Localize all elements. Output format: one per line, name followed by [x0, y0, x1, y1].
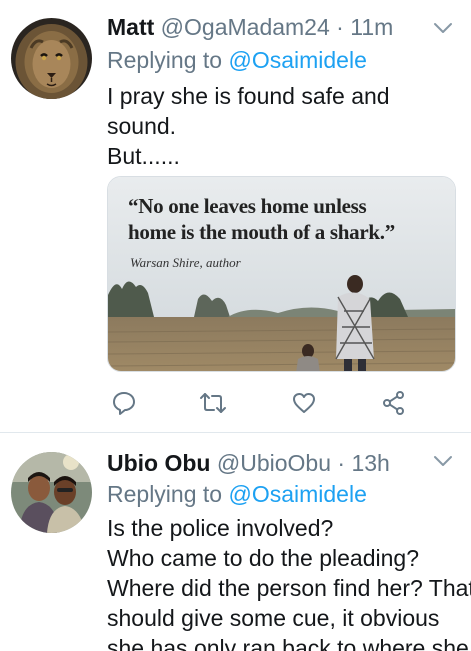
avatar[interactable]: [11, 452, 92, 533]
replying-to: Replying to @Osaimidele: [107, 47, 367, 73]
tweet-text-line: Where did the person find her? That: [107, 575, 471, 601]
tweet-text: Is the police involved? Who came to do t…: [107, 513, 471, 651]
quote-line: “No one leaves home unless: [128, 194, 367, 218]
tweet-text-line: Who came to do the pleading?: [107, 545, 419, 571]
author-handle[interactable]: @OgaMadam24: [161, 14, 330, 40]
reply-icon: [113, 392, 135, 415]
quote-text: “No one leaves home unless home is the m…: [128, 193, 395, 245]
chevron-down-icon[interactable]: [433, 22, 453, 34]
mention-link[interactable]: @Osaimidele: [228, 481, 366, 507]
author-name[interactable]: Ubio Obu: [107, 450, 210, 476]
quote-attribution: Warsan Shire, author: [130, 255, 241, 270]
share-icon: [383, 391, 404, 415]
tweet-text-line: Is the police involved?: [107, 515, 334, 541]
tweet-header: Matt @OgaMadam24 · 11m: [107, 14, 461, 40]
reply-button[interactable]: [109, 388, 139, 418]
retweet-button[interactable]: [198, 388, 228, 418]
author-name[interactable]: Matt: [107, 14, 154, 40]
separator: ·: [337, 450, 346, 476]
tweet[interactable]: Ubio Obu @UbioObu · 13h Replying to @Osa…: [0, 432, 471, 651]
timestamp[interactable]: 11m: [350, 14, 393, 40]
tweet-text-line: I pray she is found safe and sound.: [107, 83, 390, 139]
group-photo-avatar-image: [11, 452, 92, 533]
chevron-down-icon[interactable]: [433, 455, 453, 467]
quote-line: home is the mouth of a shark.”: [128, 220, 395, 244]
timestamp[interactable]: 13h: [351, 450, 389, 476]
tweet-text-line: But......: [107, 143, 180, 169]
replying-prefix: Replying to: [107, 47, 223, 73]
tweet-text-line: should give some cue, it obvious: [107, 605, 440, 631]
replying-to: Replying to @Osaimidele: [107, 481, 367, 507]
lion-avatar-image: [11, 18, 92, 99]
tweet-actions: [107, 388, 456, 418]
heart-icon: [293, 393, 315, 413]
tweet-header: Ubio Obu @UbioObu · 13h: [107, 450, 461, 476]
author-handle[interactable]: @UbioObu: [217, 450, 331, 476]
like-button[interactable]: [289, 388, 319, 418]
tweet-text-line: she has only ran back to where she: [107, 635, 469, 651]
separator: ·: [336, 14, 344, 40]
share-button[interactable]: [379, 388, 409, 418]
replying-prefix: Replying to: [107, 481, 223, 507]
retweet-icon: [200, 393, 226, 413]
tweet[interactable]: Matt @OgaMadam24 · 11m Replying to @Osai…: [0, 0, 471, 432]
tweet-media-image[interactable]: “No one leaves home unless home is the m…: [107, 176, 456, 372]
avatar[interactable]: [11, 18, 92, 99]
mention-link[interactable]: @Osaimidele: [228, 47, 366, 73]
